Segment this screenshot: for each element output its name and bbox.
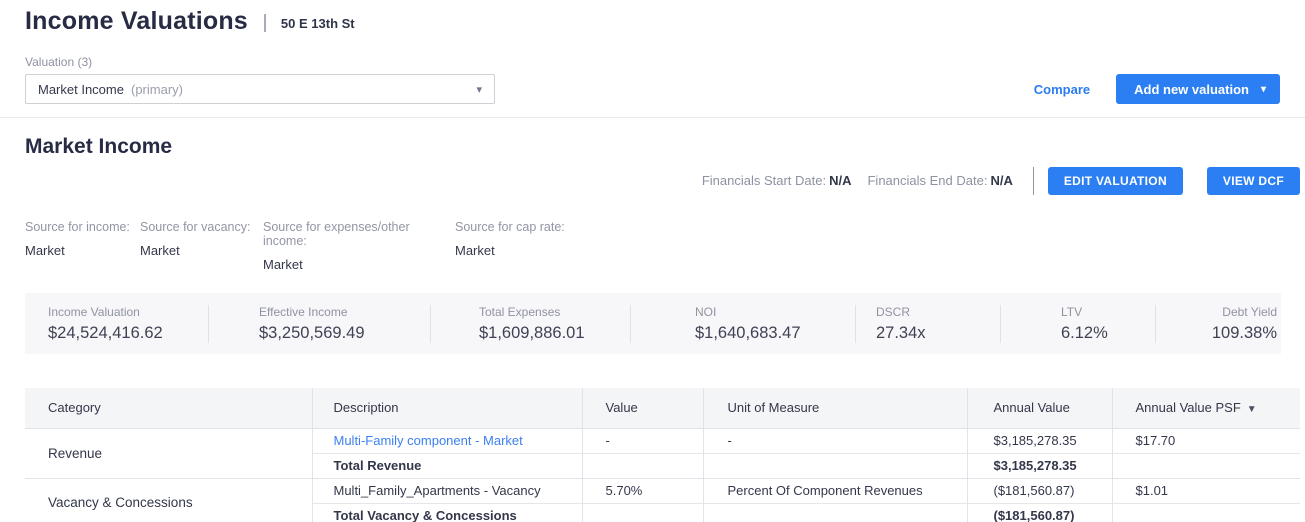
financials-meta-row: Financials Start Date: N/A Financials End… [25, 166, 1300, 195]
valuation-stats-bar: Income Valuation $24,524,416.62 Effective… [25, 293, 1281, 354]
property-address: 50 E 13th St [280, 15, 355, 31]
chevron-down-icon: ▾ [1260, 83, 1266, 95]
source-for-income: Source for income: Market [25, 220, 130, 258]
column-unit-of-measure: Unit of Measure [702, 388, 967, 429]
header-divider [0, 117, 1305, 118]
unit-cell: Percent Of Component Revenues [702, 477, 967, 503]
stat-total-expenses: Total Expenses $1,609,886.01 [430, 304, 630, 343]
chevron-down-icon: ▾ [476, 83, 482, 96]
column-annual-value: Annual Value [966, 388, 1112, 429]
table-row[interactable]: Revenue Multi-Family component - Market … [25, 428, 1300, 461]
table-row[interactable]: Vacancy & Concessions Multi_Family_Apart… [25, 477, 1300, 522]
valuation-count-label: Valuation (3) [25, 55, 93, 69]
add-new-valuation-label: Add new valuation [1134, 81, 1249, 97]
column-annual-value-psf-sort[interactable]: Annual Value PSF ▼ [1111, 388, 1300, 429]
view-dcf-button[interactable]: VIEW DCF [1206, 166, 1300, 195]
annual-value-cell: $3,185,278.35 [966, 428, 1112, 453]
unit-cell: - [702, 428, 967, 453]
valuation-select[interactable]: Market Income (primary) ▾ [25, 74, 495, 104]
total-annual-cell: $3,185,278.35 [966, 452, 1112, 478]
stat-income-valuation: Income Valuation $24,524,416.62 [48, 304, 163, 342]
column-value: Value [581, 388, 703, 429]
category-cell: Revenue [48, 445, 103, 461]
stat-dscr: DSCR 27.34x [855, 304, 1000, 343]
vertical-divider [1032, 166, 1034, 195]
column-category: Category [25, 388, 312, 429]
table-header-row: Category Description Value Unit of Measu… [25, 388, 1300, 429]
value-cell: 5.70% [581, 477, 703, 503]
total-label-cell: Total Revenue [311, 452, 582, 478]
total-annual-cell: ($181,560.87) [966, 502, 1112, 522]
financials-end-date: Financials End Date: N/A [867, 173, 1013, 188]
valuation-section-title: Market Income [25, 135, 173, 158]
selected-valuation-suffix: (primary) [130, 81, 183, 97]
valuation-selector-row: Market Income (primary) ▾ Compare Add ne… [25, 74, 1280, 104]
add-new-valuation-button[interactable]: Add new valuation ▾ [1116, 74, 1280, 104]
valuation-table: Category Description Value Unit of Measu… [25, 388, 1300, 522]
stat-ltv: LTV 6.12% [1000, 304, 1155, 343]
value-cell: - [581, 428, 703, 453]
sources-row: Source for income: Market Source for vac… [25, 220, 1305, 272]
title-separator [263, 13, 266, 32]
financials-start-date: Financials Start Date: N/A [701, 173, 852, 188]
stat-effective-income: Effective Income $3,250,569.49 [208, 304, 430, 343]
sort-desc-icon: ▼ [1246, 404, 1257, 416]
stat-debt-yield: Debt Yield 109.38% [1155, 304, 1281, 343]
source-for-expenses: Source for expenses/other income: Market [263, 220, 410, 272]
component-link[interactable]: Multi-Family component - Market [334, 433, 523, 448]
selected-valuation: Market Income [38, 81, 124, 97]
category-cell: Vacancy & Concessions [25, 477, 312, 522]
column-description: Description [311, 388, 582, 429]
edit-valuation-button[interactable]: EDIT VALUATION [1047, 166, 1183, 195]
page-header: Income Valuations 50 E 13th St [25, 7, 1305, 36]
page-title: Income Valuations [25, 7, 248, 35]
income-valuations-page: Income Valuations 50 E 13th St Valuation… [0, 7, 1305, 522]
annual-value-cell: ($181,560.87) [966, 477, 1112, 503]
description-cell: Multi_Family_Apartments - Vacancy [311, 477, 582, 503]
annual-psf-cell: $17.70 [1111, 428, 1300, 453]
source-for-vacancy: Source for vacancy: Market [140, 220, 251, 258]
stat-noi: NOI $1,640,683.47 [630, 304, 855, 343]
compare-link[interactable]: Compare [1034, 82, 1090, 97]
total-label-cell: Total Vacancy & Concessions [311, 502, 582, 522]
source-for-cap-rate: Source for cap rate: Market [455, 220, 565, 258]
annual-psf-cell: $1.01 [1111, 477, 1300, 503]
